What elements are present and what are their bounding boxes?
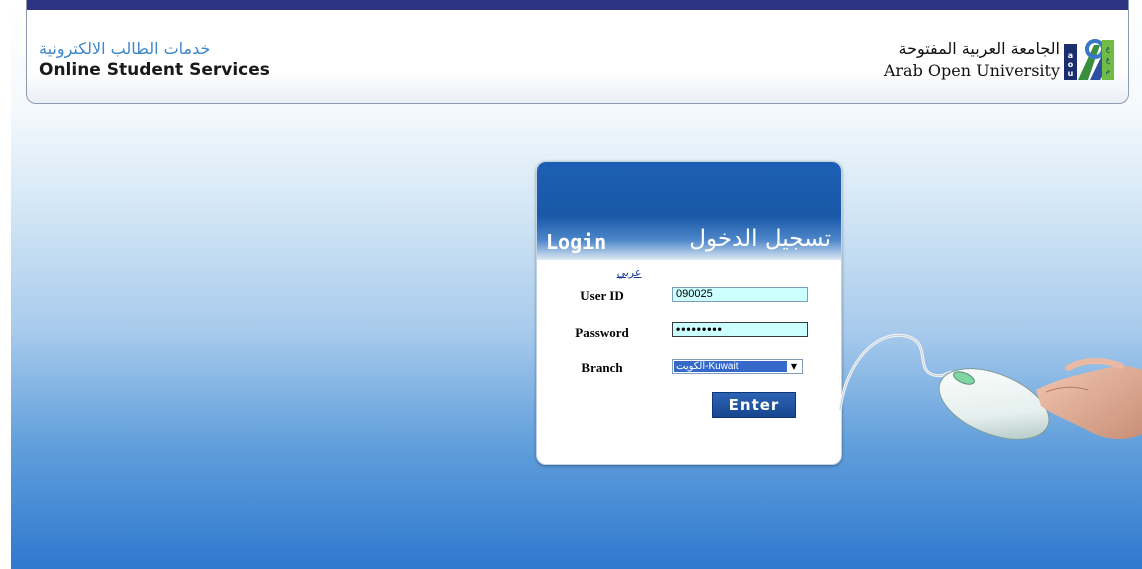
branch-select[interactable]: الكويت-Kuwait ▼	[672, 359, 803, 374]
header-top-bar	[27, 0, 1128, 10]
university-name: Arab Open University	[883, 61, 1060, 80]
svg-text:o: o	[1068, 60, 1074, 69]
services-title: Online Student Services	[39, 60, 270, 80]
hand-mouse-illustration	[838, 333, 1142, 440]
services-title-arabic: خدمات الطالب الالكترونية	[39, 39, 211, 58]
login-panel-header: Login تسجيل الدخول	[537, 162, 841, 260]
password-label: Password	[575, 325, 629, 340]
university-name-arabic: الجامعة العربية المفتوحة	[898, 39, 1060, 58]
branch-label: Branch	[581, 360, 623, 375]
arabic-language-link[interactable]: عربي	[597, 266, 661, 279]
svg-text:م: م	[1106, 67, 1110, 75]
svg-text:a: a	[1068, 51, 1073, 60]
left-margin	[0, 0, 11, 569]
login-panel: Login تسجيل الدخول عربي User ID 090025 P…	[536, 161, 842, 465]
enter-button[interactable]: Enter	[712, 392, 796, 418]
user-id-input[interactable]: 090025	[672, 287, 808, 302]
user-id-label: User ID	[580, 288, 624, 303]
login-title-arabic: تسجيل الدخول	[689, 226, 831, 252]
login-title: Login	[546, 230, 607, 254]
svg-text:u: u	[1068, 69, 1074, 78]
chevron-down-icon[interactable]: ▼	[787, 361, 801, 372]
password-input[interactable]: •••••••••	[672, 322, 808, 337]
university-logo-icon: a o u ع ع م	[1064, 39, 1114, 80]
branch-selected-value: الكويت-Kuwait	[674, 361, 787, 372]
site-header: خدمات الطالب الالكترونية Online Student …	[26, 0, 1129, 104]
